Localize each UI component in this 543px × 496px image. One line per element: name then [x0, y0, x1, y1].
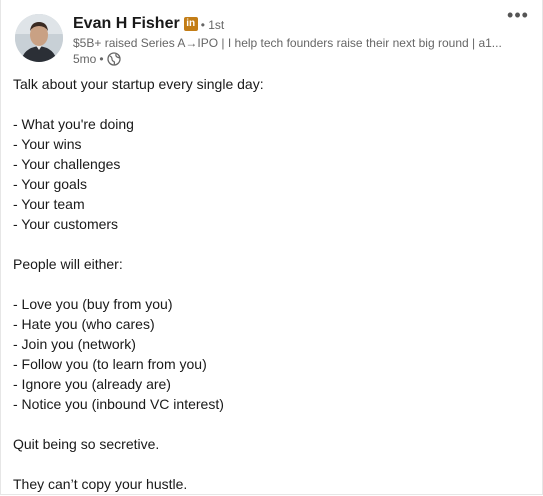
post-text-line: - Ignore you (already are)	[13, 376, 171, 392]
post-text-line: People will either:	[13, 256, 123, 272]
post-text-line: - Hate you (who cares)	[13, 316, 155, 332]
post-text-line: - Your goals	[13, 176, 87, 192]
post-text-line: Talk about your startup every single day…	[13, 76, 264, 92]
post-header: Evan H Fisher in • 1st $5B+ raised Serie…	[15, 14, 515, 66]
post-meta: 5mo •	[73, 51, 121, 67]
author-avatar[interactable]	[15, 14, 63, 62]
post-text-line: - Join you (network)	[13, 336, 136, 352]
more-options-button[interactable]: •••	[506, 6, 530, 28]
post-text-line: - Your wins	[13, 136, 82, 152]
post-text-line: - Your challenges	[13, 156, 121, 172]
post-body: Talk about your startup every single day…	[13, 74, 528, 494]
author-name[interactable]: Evan H Fisher	[73, 15, 180, 33]
post-text-line: - Your customers	[13, 216, 119, 232]
feed-post-card: Evan H Fisher in • 1st $5B+ raised Serie…	[0, 0, 543, 495]
post-text-line: - Notice you (inbound VC interest)	[13, 396, 224, 412]
connection-degree: • 1st	[200, 18, 225, 32]
linkedin-premium-icon: in	[183, 17, 198, 31]
meta-separator: •	[99, 52, 104, 66]
post-text-line: - Follow you (to learn from you)	[13, 356, 207, 372]
author-name-row: Evan H Fisher in • 1st	[73, 14, 224, 34]
post-text-line: - What you're doing	[13, 116, 134, 132]
author-headline[interactable]: $5B+ raised Series A→IPO | I help tech f…	[73, 36, 513, 50]
post-text-line: Quit being so secretive.	[13, 436, 160, 452]
globe-icon	[106, 52, 121, 66]
post-text-line: They can’t copy your hustle.	[13, 476, 188, 492]
post-text-line: - Your team	[13, 196, 85, 212]
post-age: 5mo	[73, 52, 97, 66]
post-text-line: - Love you (buy from you)	[13, 296, 173, 312]
